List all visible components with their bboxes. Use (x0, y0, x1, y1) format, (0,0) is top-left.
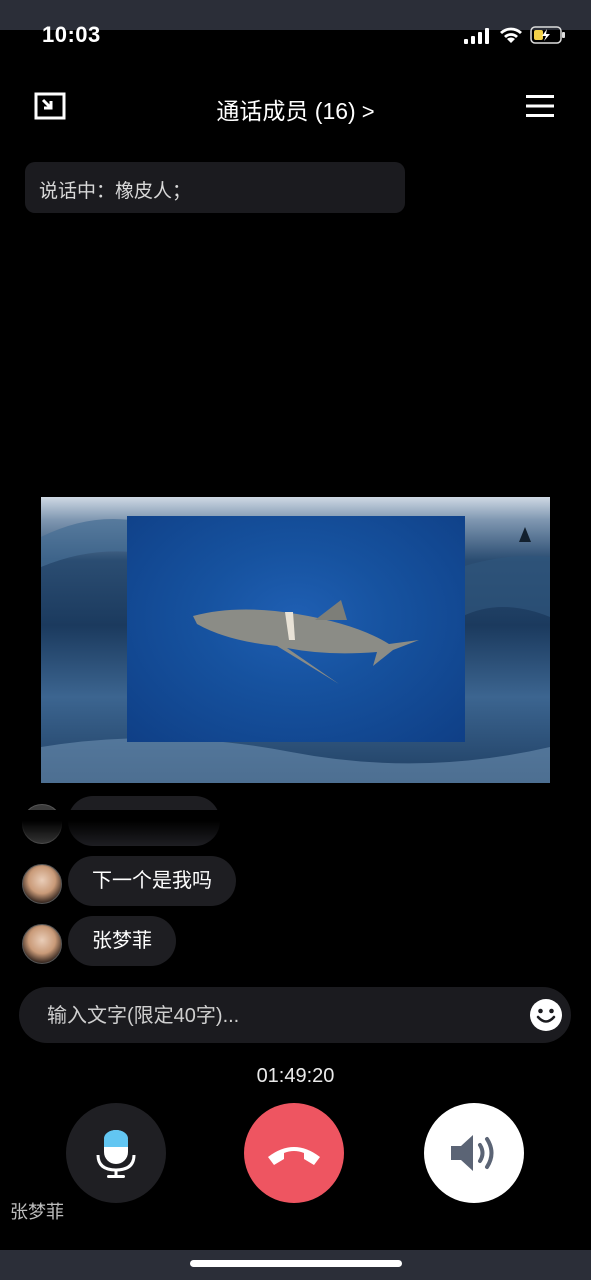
shark-icon (193, 600, 419, 684)
call-duration: 01:49:20 (256, 1065, 335, 1087)
battery-icon (530, 26, 565, 44)
speaker-icon (451, 1135, 494, 1171)
avatar (22, 924, 62, 964)
menu-icon[interactable] (526, 94, 554, 118)
message-bubble: 下一个是我吗 (68, 856, 236, 906)
avatar (22, 864, 62, 904)
speaking-text: 说话中：橡皮人； (39, 181, 192, 202)
hang-up-icon (268, 1147, 320, 1165)
call-members-label: 通话成员 (16) (216, 98, 356, 124)
caller-name: 张梦菲 (10, 1202, 64, 1222)
speaking-indicator: 说话中：橡皮人； (25, 162, 405, 213)
status-time: 10:03 (42, 22, 101, 47)
microphone-button[interactable] (66, 1103, 166, 1203)
nav-bar: 通话成员 (16) > (0, 80, 591, 132)
status-bar: 10:03 (0, 0, 591, 52)
message-input[interactable] (45, 987, 509, 1045)
signal-icon (464, 28, 489, 44)
message-bubble: 张梦菲 (68, 916, 176, 966)
speaker-button[interactable] (424, 1103, 524, 1203)
microphone-icon (96, 1130, 136, 1178)
shared-video[interactable] (41, 497, 550, 783)
call-members-title[interactable]: 通话成员 (16) > (0, 92, 591, 126)
chevron-right-icon: > (361, 99, 375, 124)
shark-image (127, 516, 465, 742)
wifi-icon (500, 27, 522, 43)
chat-fade (0, 810, 591, 846)
home-indicator[interactable] (190, 1260, 402, 1267)
hang-up-button[interactable] (244, 1103, 344, 1203)
emoji-icon[interactable] (529, 998, 563, 1032)
message-input-bar (19, 987, 571, 1045)
